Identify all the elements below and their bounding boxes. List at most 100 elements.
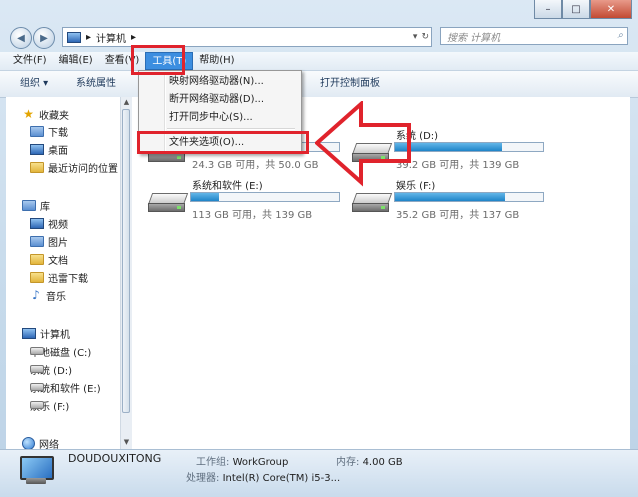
minimize-button[interactable]: – bbox=[534, 0, 562, 19]
sidebar-scrollbar[interactable]: ▲ ▼ bbox=[120, 97, 132, 449]
hard-drive-icon bbox=[147, 189, 189, 215]
hard-drive-icon bbox=[30, 383, 44, 391]
window-controls: – □ ✕ bbox=[534, 0, 632, 19]
drive-name: 系统和软件 (E:) bbox=[192, 181, 263, 192]
breadcrumb-separator-icon: ▸ bbox=[86, 31, 92, 43]
nav-item-drive-f[interactable]: 娱乐 (F:) bbox=[30, 396, 69, 414]
search-icon[interactable]: ⌕ bbox=[617, 30, 623, 41]
highlight-folder-options bbox=[137, 131, 309, 154]
scroll-down-icon[interactable]: ▼ bbox=[122, 438, 131, 448]
music-note-icon: ♪ bbox=[32, 288, 40, 302]
computer-icon bbox=[67, 31, 81, 43]
nav-label: 网络 bbox=[39, 439, 59, 450]
workgroup-row: 工作组: WorkGroup bbox=[196, 453, 288, 468]
scroll-up-icon[interactable]: ▲ bbox=[122, 98, 131, 108]
nav-favorites[interactable]: ★ 收藏夹 bbox=[22, 105, 69, 123]
memory-label: 内存: bbox=[336, 457, 360, 468]
nav-item-desktop[interactable]: 桌面 bbox=[30, 140, 68, 158]
nav-label: 图片 bbox=[48, 237, 68, 249]
nav-item-pictures[interactable]: 图片 bbox=[30, 232, 68, 250]
hard-drive-icon bbox=[30, 401, 44, 409]
menu-bar: 文件(F) 编辑(E) 查看(V) 工具(T) 帮助(H) bbox=[0, 52, 638, 71]
hard-drive-icon bbox=[351, 189, 393, 215]
nav-network[interactable]: 网络 bbox=[22, 434, 59, 449]
nav-item-videos[interactable]: 视频 bbox=[30, 214, 68, 232]
drive-size: 24.3 GB 可用，共 50.0 GB bbox=[192, 160, 319, 171]
scrollbar-thumb[interactable] bbox=[122, 109, 130, 413]
arrow-right-icon: ▶ bbox=[40, 32, 48, 44]
maximize-button[interactable]: □ bbox=[562, 0, 590, 19]
title-bar: – □ ✕ ◀ ▶ ▸ 计算机 ▸ ▾ ↻ 搜索 计算机 ⌕ bbox=[0, 0, 638, 50]
nav-item-thunder-downloads[interactable]: 迅雷下载 bbox=[30, 268, 88, 286]
workgroup-label: 工作组: bbox=[196, 457, 230, 468]
drive-usage-fill bbox=[395, 193, 505, 201]
drive-usage-bar bbox=[394, 192, 544, 202]
breadcrumb-separator-icon: ▸ bbox=[131, 31, 137, 43]
menu-separator bbox=[167, 128, 295, 130]
menu-edit[interactable]: 编辑(E) bbox=[53, 52, 99, 70]
download-folder-icon bbox=[30, 125, 44, 137]
menu-item-map-network-drive[interactable]: 映射网络驱动器(N)... bbox=[169, 73, 264, 91]
network-icon bbox=[22, 436, 35, 449]
nav-item-drive-c[interactable]: 本地磁盘 (C:) bbox=[30, 342, 91, 360]
highlight-tools-menu bbox=[131, 45, 185, 75]
nav-item-documents[interactable]: 文档 bbox=[30, 250, 68, 268]
nav-label: 文档 bbox=[48, 255, 68, 267]
nav-libraries[interactable]: 库 bbox=[22, 196, 50, 214]
drive-usage-bar bbox=[394, 142, 544, 152]
explorer-window: – □ ✕ ◀ ▶ ▸ 计算机 ▸ ▾ ↻ 搜索 计算机 ⌕ 文件(F) 编辑(… bbox=[0, 0, 638, 497]
nav-label: 下载 bbox=[48, 127, 68, 139]
nav-item-drive-e[interactable]: 系统和软件 (E:) bbox=[30, 378, 101, 396]
control-panel-button[interactable]: 打开控制面板 bbox=[320, 71, 380, 97]
nav-item-recent[interactable]: 最近访问的位置 bbox=[30, 158, 118, 176]
star-icon: ★ bbox=[23, 106, 34, 121]
nav-computer[interactable]: 计算机 bbox=[22, 324, 70, 342]
drive-size: 35.2 GB 可用，共 137 GB bbox=[396, 210, 520, 221]
cpu-label: 处理器: bbox=[186, 473, 220, 484]
menu-help[interactable]: 帮助(H) bbox=[193, 52, 240, 70]
nav-item-downloads[interactable]: 下载 bbox=[30, 122, 68, 140]
command-bar: 组织 ▾ 系统属性 打开控制面板 bbox=[0, 71, 638, 98]
nav-label: 桌面 bbox=[48, 145, 68, 157]
search-placeholder: 搜索 计算机 bbox=[447, 32, 501, 44]
hard-drive-icon bbox=[30, 365, 44, 373]
workgroup-value: WorkGroup bbox=[232, 457, 289, 468]
navigation-pane: ★ 收藏夹 下载 桌面 最近访问的位置 库 视频 图片 文档 迅雷下载 ♪ 音乐… bbox=[6, 97, 120, 449]
nav-item-drive-d[interactable]: 系统 (D:) bbox=[30, 360, 72, 378]
hard-drive-icon bbox=[30, 347, 44, 355]
organize-button[interactable]: 组织 ▾ bbox=[20, 71, 48, 97]
folder-icon bbox=[30, 271, 44, 283]
nav-item-music[interactable]: ♪ 音乐 bbox=[30, 286, 66, 304]
nav-label: 音乐 bbox=[46, 291, 66, 303]
nav-label: 迅雷下载 bbox=[48, 273, 88, 285]
back-button[interactable]: ◀ bbox=[10, 27, 32, 49]
computer-name: DOUDOUXITONG bbox=[68, 452, 162, 465]
arrow-left-icon: ◀ bbox=[17, 32, 25, 44]
drive-size: 113 GB 可用，共 139 GB bbox=[192, 210, 313, 221]
forward-button[interactable]: ▶ bbox=[33, 27, 55, 49]
system-properties-button[interactable]: 系统属性 bbox=[76, 71, 116, 97]
nav-label: 视频 bbox=[48, 219, 68, 231]
close-button[interactable]: ✕ bbox=[590, 0, 632, 19]
memory-value: 4.00 GB bbox=[362, 457, 403, 468]
refresh-icon[interactable]: ↻ bbox=[421, 28, 429, 46]
drive-usage-bar bbox=[190, 192, 340, 202]
nav-label: 计算机 bbox=[40, 329, 70, 341]
desktop-icon bbox=[30, 143, 44, 155]
search-input[interactable]: 搜索 计算机 ⌕ bbox=[440, 27, 628, 45]
cpu-value: Intel(R) Core(TM) i5-3... bbox=[222, 473, 341, 484]
computer-icon bbox=[22, 327, 36, 339]
cpu-row: 处理器: Intel(R) Core(TM) i5-3... bbox=[186, 469, 340, 484]
drive-usage-fill bbox=[191, 193, 220, 201]
address-dropdown-icon[interactable]: ▾ bbox=[413, 28, 418, 46]
menu-item-sync-center[interactable]: 打开同步中心(S)... bbox=[169, 109, 253, 127]
menu-item-disconnect-network-drive[interactable]: 断开网络驱动器(D)... bbox=[169, 91, 264, 109]
breadcrumb-computer[interactable]: 计算机 bbox=[96, 30, 126, 45]
menu-file[interactable]: 文件(F) bbox=[0, 52, 53, 70]
picture-icon bbox=[30, 235, 44, 247]
computer-icon bbox=[18, 456, 54, 488]
address-bar[interactable]: ▸ 计算机 ▸ ▾ ↻ bbox=[62, 27, 432, 47]
nav-label: 最近访问的位置 bbox=[48, 163, 118, 175]
document-icon bbox=[30, 253, 44, 265]
annotation-arrow bbox=[315, 101, 411, 187]
